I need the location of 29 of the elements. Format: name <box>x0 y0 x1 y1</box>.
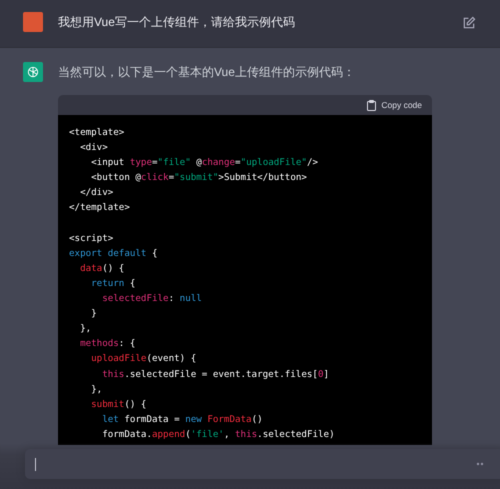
code-line: <button @click="submit">Submit</button> <box>90 171 308 186</box>
clipboard-icon <box>367 100 376 110</box>
assistant-logo-icon <box>23 62 43 82</box>
code-line: uploadFile(event) { <box>90 352 198 366</box>
user-message: 我想用Vue写一个上传组件，请给我示例代码 <box>58 14 296 31</box>
code-line: <script> <box>69 232 114 246</box>
code-line: return { <box>90 276 136 291</box>
code-line: <div> <box>79 141 109 156</box>
code-line: }, <box>79 322 92 336</box>
code-line: formData.append('file', this.selectedFile) <box>101 428 336 442</box>
code-line: <input type="file" @change="uploadFile"/> <box>90 156 320 170</box>
user-avatar <box>23 12 43 32</box>
code-line: data() { <box>79 262 126 276</box>
code-line: }, <box>90 382 104 397</box>
copy-code-button[interactable]: Copy code <box>367 100 422 110</box>
code-line: this.selectedFile = event.target.files[0] <box>101 368 330 382</box>
code-line: <template> <box>69 126 126 140</box>
code-line: } <box>90 307 98 322</box>
assistant-message: 当然可以，以下是一个基本的Vue上传组件的示例代码： <box>58 64 356 81</box>
dots-icon <box>476 462 484 466</box>
code-line: selectedFile: null <box>101 292 203 306</box>
code-line: submit() { <box>90 398 148 412</box>
code-line: </template> <box>69 201 131 216</box>
edit-icon[interactable] <box>462 16 476 30</box>
message-input[interactable] <box>25 449 500 479</box>
code-line: </div> <box>79 186 114 200</box>
code-line: export default { <box>69 246 159 261</box>
code-line: let formData = new FormData() <box>101 412 264 427</box>
code-line: methods: { <box>79 337 136 352</box>
